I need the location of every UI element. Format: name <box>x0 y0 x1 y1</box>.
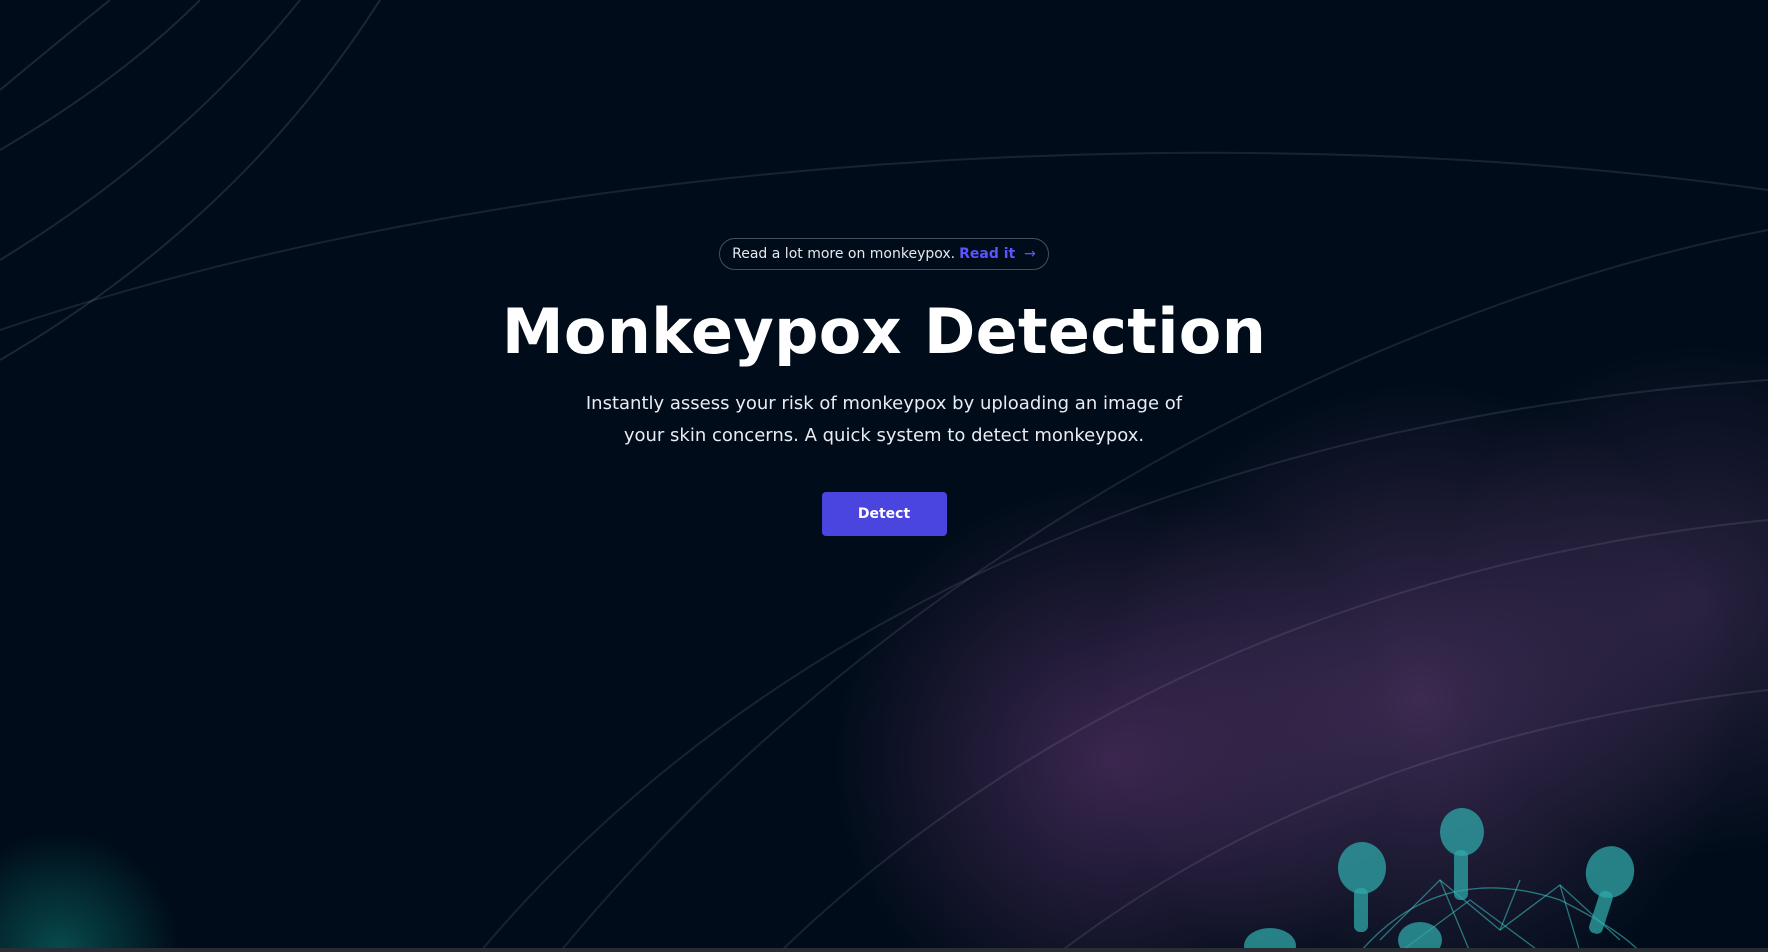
bottom-divider <box>0 948 1768 952</box>
announcement-pill: Read a lot more on monkeypox. Read it → <box>719 238 1049 270</box>
read-it-label: Read it <box>959 246 1016 262</box>
announcement-text: Read a lot more on monkeypox. <box>732 246 956 262</box>
arrow-right-icon: → <box>1024 246 1036 262</box>
hero-section: Read a lot more on monkeypox. Read it → … <box>0 238 1768 536</box>
detect-button[interactable]: Detect <box>821 492 947 536</box>
landing-page: Read a lot more on monkeypox. Read it → … <box>0 0 1768 952</box>
read-it-link[interactable]: Read it → <box>959 246 1036 262</box>
hero-subtitle: Instantly assess your risk of monkeypox … <box>585 393 1183 446</box>
page-title: Monkeypox Detection <box>501 295 1267 368</box>
